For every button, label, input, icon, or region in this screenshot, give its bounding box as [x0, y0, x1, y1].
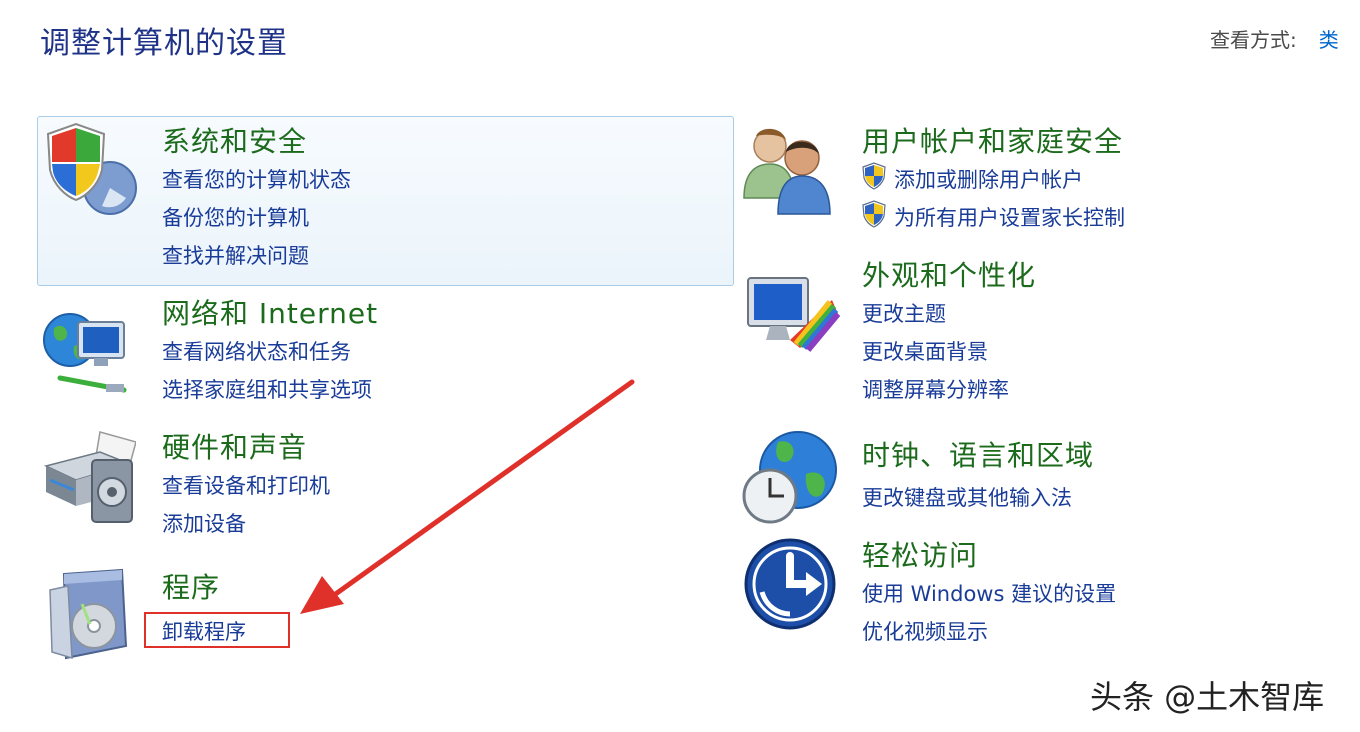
red-arrow-icon [300, 379, 635, 614]
watermark: 头条 @土木智库 [1090, 678, 1325, 716]
